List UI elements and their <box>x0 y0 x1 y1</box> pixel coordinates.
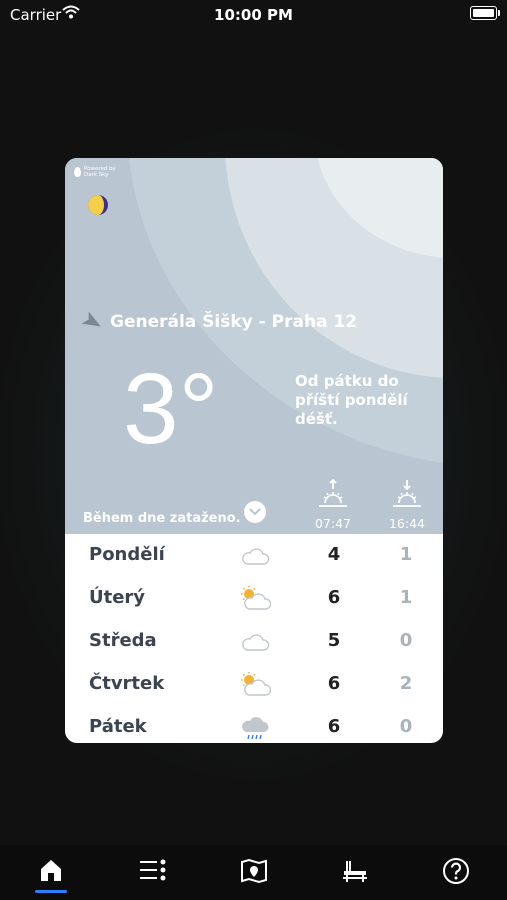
day-name: Pátek <box>89 716 147 737</box>
list-item[interactable]: Středa 5 0 <box>65 620 443 663</box>
cloud-icon <box>242 634 270 651</box>
daily-forecast-list[interactable]: Pondělí 4 1 Úterý 6 1 Středa 5 0 Čtvrtek… <box>65 534 443 743</box>
tab-home[interactable] <box>35 857 67 887</box>
sunset-time: 16:44 <box>388 516 426 531</box>
home-icon <box>41 860 61 881</box>
sunset-icon <box>393 480 421 507</box>
tab-bar <box>0 845 507 900</box>
partly-sunny-icon <box>241 586 271 610</box>
list-item[interactable]: Pátek 6 0 <box>65 706 443 743</box>
moon-phase-icon <box>88 195 108 215</box>
active-tab-indicator <box>35 890 67 893</box>
powered-by-line-2: Dark Sky <box>84 172 109 178</box>
bench-icon <box>343 861 367 882</box>
forecast-text: Od pátku do příští pondělí déšť. <box>295 372 408 428</box>
day-name: Úterý <box>89 587 146 608</box>
list-item[interactable]: Úterý 6 1 <box>65 577 443 620</box>
current-weather-panel: Powered by Dark Sky Generála Šišky - Prah… <box>65 158 443 534</box>
location-arrow-icon <box>82 311 101 327</box>
day-name: Středa <box>89 630 157 651</box>
list-icon <box>140 859 166 881</box>
current-temperature: 3° <box>123 353 219 465</box>
high-temperature: 6 <box>327 587 341 608</box>
day-name: Čtvrtek <box>89 673 165 694</box>
low-temperature: 1 <box>399 587 413 608</box>
chevron-down-icon <box>249 508 261 516</box>
partly-sunny-icon <box>241 672 271 696</box>
high-temperature: 4 <box>327 544 341 565</box>
battery-icon <box>470 6 500 20</box>
dark-sky-logo-icon <box>74 167 81 177</box>
day-summary: Během dne zataženo. <box>83 511 241 526</box>
expand-button[interactable] <box>244 501 266 523</box>
dark-sky-attribution[interactable]: Powered by Dark Sky <box>74 166 116 178</box>
weather-card[interactable]: Powered by Dark Sky Generála Šišky - Prah… <box>65 158 443 743</box>
sunrise-info: 07:47 <box>311 478 355 531</box>
tab-bench[interactable] <box>339 857 371 887</box>
tab-list[interactable] <box>137 857 169 887</box>
sunrise-time: 07:47 <box>314 516 352 531</box>
status-bar: Carrier 10:00 PM <box>0 0 507 28</box>
status-time: 10:00 PM <box>214 6 293 24</box>
low-temperature: 0 <box>399 630 413 651</box>
high-temperature: 6 <box>327 673 341 694</box>
sunrise-icon <box>319 478 347 507</box>
map-icon <box>241 858 267 884</box>
location-name[interactable]: Generála Šišky - Praha 12 <box>110 312 357 332</box>
tab-map[interactable] <box>238 857 270 887</box>
high-temperature: 5 <box>327 630 341 651</box>
tab-help[interactable] <box>440 857 472 887</box>
rain-icon <box>242 717 269 740</box>
low-temperature: 2 <box>399 673 413 694</box>
low-temperature: 0 <box>399 716 413 737</box>
list-item[interactable]: Čtvrtek 6 2 <box>65 663 443 706</box>
help-icon <box>443 858 469 884</box>
low-temperature: 1 <box>399 544 413 565</box>
list-item[interactable]: Pondělí 4 1 <box>65 534 443 577</box>
day-name: Pondělí <box>89 544 165 565</box>
sunset-info: 16:44 <box>385 479 429 531</box>
cloud-icon <box>242 548 270 565</box>
high-temperature: 6 <box>327 716 341 737</box>
